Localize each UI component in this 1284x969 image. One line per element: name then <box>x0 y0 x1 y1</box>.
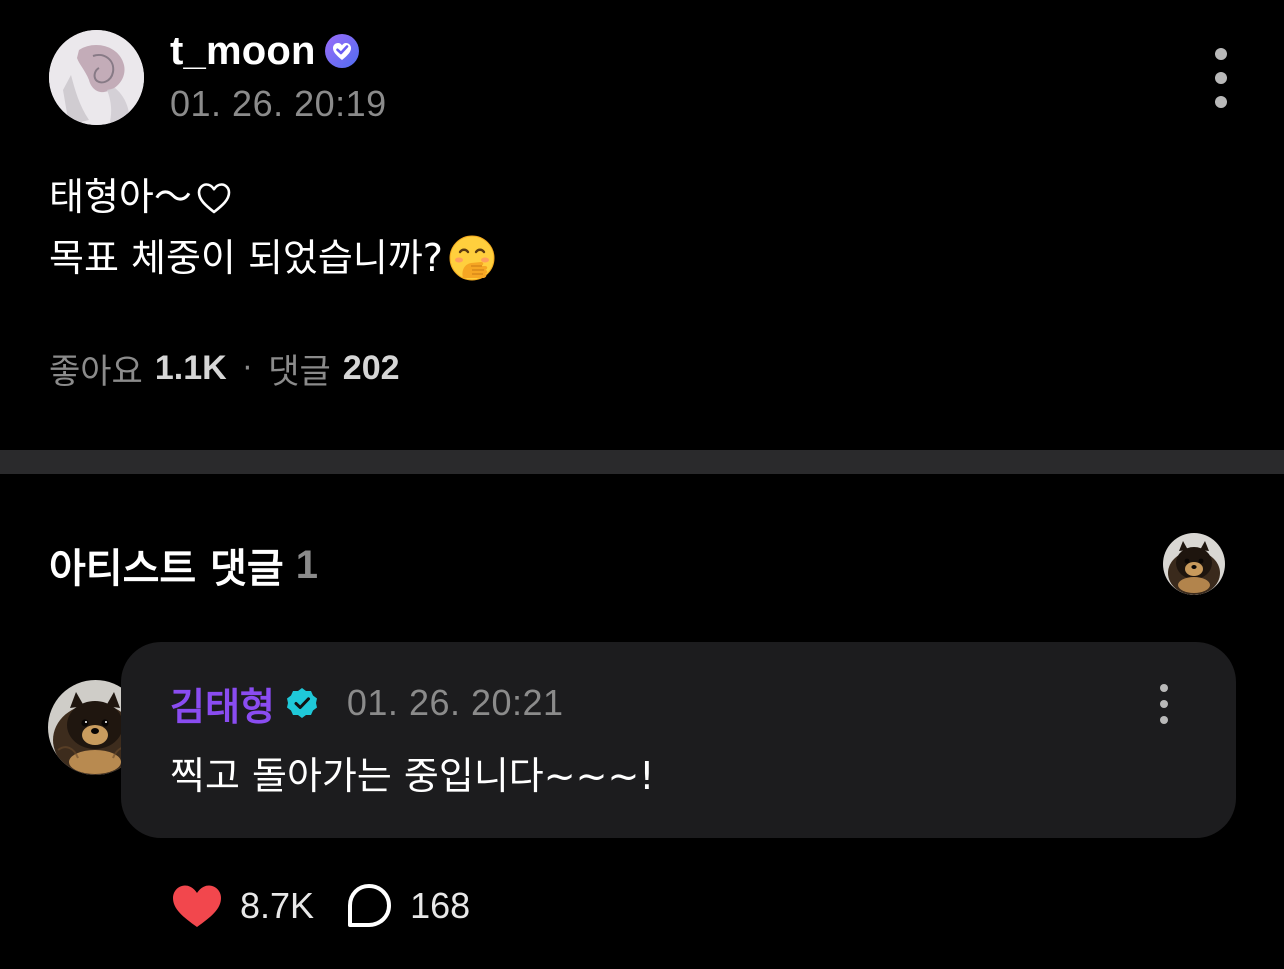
verified-badge-icon <box>324 34 359 68</box>
post-line: 태형아～ <box>49 167 497 228</box>
post-line-text: 목표 체중이 되었습니까? <box>49 236 443 280</box>
post-more-options-icon[interactable] <box>1204 48 1238 108</box>
artist-comments-count: 1 <box>295 542 318 587</box>
post-stats: 좋아요 1.1K · 댓글 202 <box>49 343 400 393</box>
comment-timestamp: 01. 26. 20:21 <box>346 682 564 723</box>
post-line: 목표 체중이 되었습니까? <box>49 228 497 289</box>
post-line-text: 태형아～ <box>49 175 192 219</box>
post-timestamp: 01. 26. 20:19 <box>170 83 387 124</box>
author-name[interactable]: t_moon <box>170 29 316 74</box>
artist-comments-label: 아티스트 댓글 <box>49 546 284 592</box>
comment-author-name[interactable]: 김태형 <box>170 676 275 731</box>
comment-actions: 8.7K 168 <box>170 878 470 934</box>
author-avatar[interactable] <box>49 30 144 125</box>
comments-count[interactable]: 202 <box>343 349 400 388</box>
artist-avatar-small[interactable] <box>1163 533 1225 595</box>
verified-badge-icon <box>286 688 317 718</box>
likes-count[interactable]: 1.1K <box>155 349 227 388</box>
section-divider <box>0 450 1284 474</box>
author-row: t_moon <box>170 26 360 76</box>
post-body: 태형아～ 목표 체중이 되었습니까? <box>49 167 497 289</box>
comment-bubble[interactable] <box>121 642 1236 838</box>
comment-text: 찍고 돌아가는 중입니다~~~! <box>170 754 655 798</box>
stats-separator: · <box>242 350 253 386</box>
comment-more-options-icon[interactable] <box>1152 684 1176 724</box>
artist-comments-title: 아티스트 댓글 1 <box>49 536 318 594</box>
post-page: t_moon 01. 26. 20:19 태형아～ 목표 체중이 되었습니까? <box>0 0 1284 969</box>
heart-outline-icon <box>197 182 231 213</box>
speech-bubble-icon[interactable] <box>344 881 394 931</box>
comment-replies-count: 168 <box>410 885 471 926</box>
likes-label[interactable]: 좋아요 <box>49 344 143 393</box>
comment-header: 김태형 01. 26. 20:21 <box>170 676 564 731</box>
comment-likes-count: 8.7K <box>240 885 315 926</box>
heart-filled-icon[interactable] <box>170 882 224 930</box>
comments-label[interactable]: 댓글 <box>268 344 331 393</box>
hand-over-mouth-emoji <box>449 235 495 280</box>
